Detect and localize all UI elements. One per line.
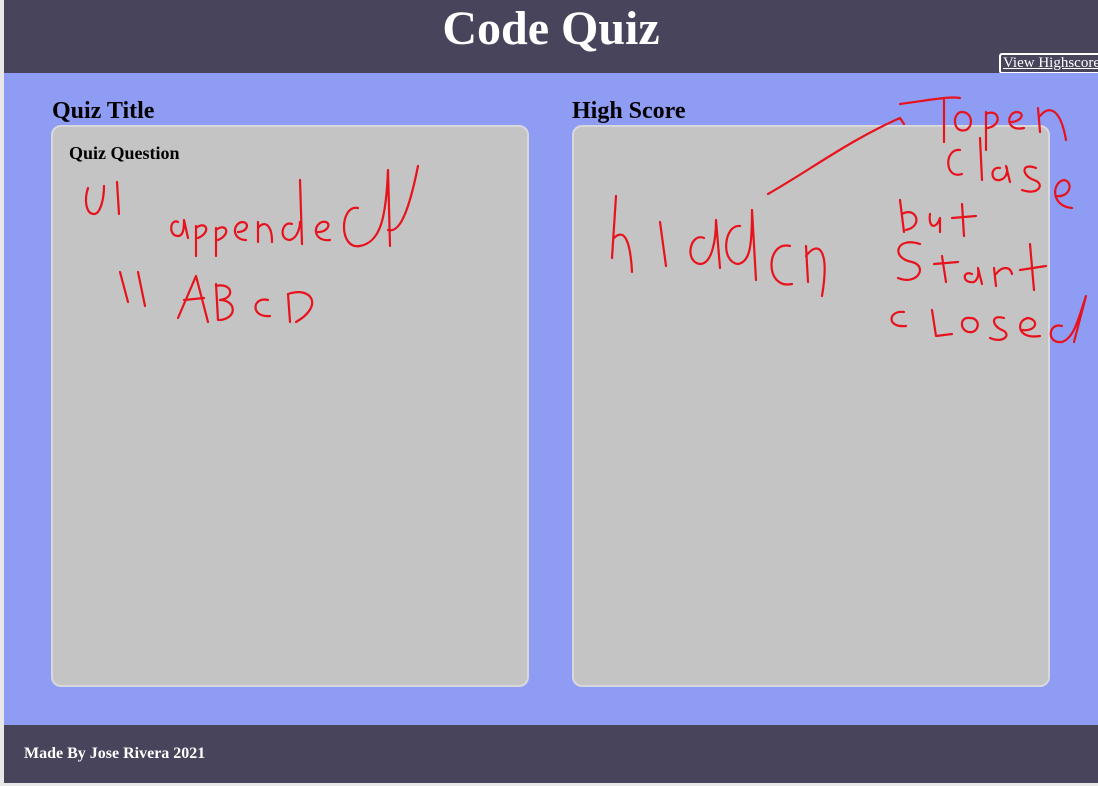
high-score-card	[572, 125, 1050, 687]
quiz-question: Quiz Question	[69, 143, 180, 163]
site-header: Code Quiz View Highscore	[4, 0, 1098, 74]
high-score-heading: High Score	[572, 98, 686, 124]
main-content: Quiz Title Quiz Question High Score	[4, 73, 1098, 725]
view-highscore-link[interactable]: View Highscore	[999, 53, 1098, 74]
quiz-card: Quiz Question	[51, 125, 529, 687]
page: Code Quiz View Highscore Quiz Title Quiz…	[4, 0, 1098, 783]
page-title: Code Quiz	[442, 2, 660, 55]
footer-credit: Made By Jose Rivera 2021	[24, 745, 206, 762]
quiz-title-heading: Quiz Title	[52, 98, 155, 124]
site-footer: Made By Jose Rivera 2021	[4, 725, 1098, 783]
